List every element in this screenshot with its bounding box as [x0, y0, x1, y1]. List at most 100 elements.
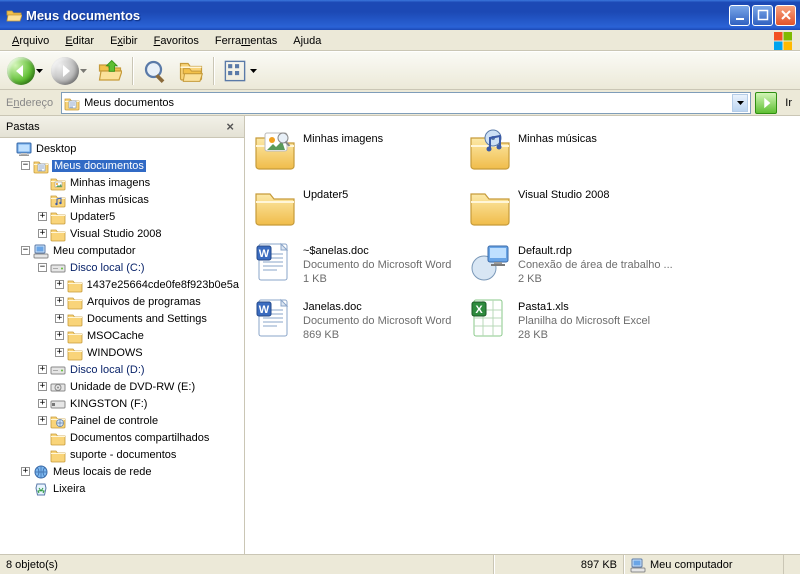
tree-expander[interactable]: − [38, 263, 47, 272]
tree-expander[interactable]: + [38, 416, 47, 425]
status-zone: Meu computador [624, 555, 784, 574]
tree-item-label: WINDOWS [86, 347, 144, 359]
tree-expander[interactable]: + [38, 399, 47, 408]
tree-item[interactable]: +1437e25664cde0fe8f923b0e5a [0, 276, 244, 293]
views-button[interactable] [220, 55, 260, 87]
menu-bar: ArquivoEditarExibirFavoritosFerramentasA… [0, 30, 800, 52]
menu-editar[interactable]: Editar [57, 33, 102, 49]
file-item-info: Pasta1.xlsPlanilha do Microsoft Excel28 … [518, 296, 650, 342]
back-button[interactable] [6, 55, 46, 87]
tree-item[interactable]: Lixeira [0, 480, 244, 497]
network-icon [33, 464, 49, 480]
tree-item[interactable]: + WINDOWS [0, 344, 244, 361]
tree-expander[interactable]: + [21, 467, 30, 476]
folder-icon [50, 209, 66, 225]
folders-pane: Pastas × Desktop−Meus documentosMinhas i… [0, 116, 245, 554]
tree-expander[interactable]: + [55, 348, 64, 357]
file-item-name: ~$anelas.doc [303, 244, 451, 258]
close-button[interactable] [775, 5, 796, 26]
tree-item[interactable]: −Meus documentos [0, 157, 244, 174]
tree-item-label: MSOCache [86, 330, 145, 342]
search-button[interactable] [139, 55, 171, 87]
tree-item[interactable]: Documentos compartilhados [0, 429, 244, 446]
tree-item[interactable]: + MSOCache [0, 327, 244, 344]
tree-item[interactable]: +KINGSTON (F:) [0, 395, 244, 412]
folder-big-icon [253, 184, 297, 228]
go-button[interactable] [755, 92, 777, 114]
address-field[interactable]: Meus documentos [61, 92, 751, 114]
tree-item-label: Minhas imagens [69, 177, 151, 189]
file-item[interactable]: Janelas.docDocumento do Microsoft Word86… [249, 292, 464, 348]
file-item[interactable]: Pasta1.xlsPlanilha do Microsoft Excel28 … [464, 292, 679, 348]
menu-ajuda[interactable]: Ajuda [285, 33, 329, 49]
file-item-name: Pasta1.xls [518, 300, 650, 314]
menu-arquivo[interactable]: Arquivo [4, 33, 57, 49]
tree-item[interactable]: +Arquivos de programas [0, 293, 244, 310]
file-item[interactable]: Default.rdpConexão de área de trabalho .… [464, 236, 679, 292]
status-bar: 8 objeto(s) 897 KB Meu computador [0, 554, 800, 574]
folder-big-icon [468, 184, 512, 228]
tree-expander[interactable]: − [21, 246, 30, 255]
tree-expander[interactable]: + [38, 382, 47, 391]
file-item-name: Default.rdp [518, 244, 673, 258]
file-item[interactable]: Updater5 [249, 180, 464, 236]
drive-icon [50, 362, 66, 378]
tree-item[interactable]: Minhas imagens [0, 174, 244, 191]
file-item[interactable]: ~$anelas.docDocumento do Microsoft Word1… [249, 236, 464, 292]
menu-exibir[interactable]: Exibir [102, 33, 146, 49]
tree-item[interactable]: Desktop [0, 140, 244, 157]
file-item-size: 869 KB [303, 328, 451, 342]
tree-expander[interactable]: + [55, 314, 64, 323]
maximize-button[interactable] [752, 5, 773, 26]
tree-item[interactable]: +Unidade de DVD-RW (E:) [0, 378, 244, 395]
tree-item[interactable]: +Painel de controle [0, 412, 244, 429]
tree-expander[interactable]: + [55, 331, 64, 340]
address-dropdown-button[interactable] [732, 94, 748, 112]
mycomputer-icon [33, 243, 49, 259]
minimize-button[interactable] [729, 5, 750, 26]
tree-expander[interactable]: + [38, 365, 47, 374]
tree-item[interactable]: Minhas músicas [0, 191, 244, 208]
tree-item[interactable]: suporte - documentos [0, 446, 244, 463]
file-item-info: ~$anelas.docDocumento do Microsoft Word1… [303, 240, 451, 286]
menu-favoritos[interactable]: Favoritos [146, 33, 207, 49]
address-label: Endereço [4, 97, 57, 109]
tree-expander[interactable]: + [38, 229, 47, 238]
tree-expander[interactable]: + [55, 280, 64, 289]
windows-flag-icon [774, 32, 792, 50]
file-item-name: Visual Studio 2008 [518, 188, 610, 202]
tree-item[interactable]: − Meu computador [0, 242, 244, 259]
tree-expander[interactable]: + [55, 297, 64, 306]
tree-item-label: Disco local (C:) [69, 262, 146, 274]
file-item[interactable]: Visual Studio 2008 [464, 180, 679, 236]
folders-button[interactable] [175, 55, 207, 87]
tree-item[interactable]: + Meus locais de rede [0, 463, 244, 480]
tree-expander[interactable]: − [21, 161, 30, 170]
tree-item[interactable]: +Documents and Settings [0, 310, 244, 327]
file-item[interactable]: Minhas imagens [249, 124, 464, 180]
file-item[interactable]: Minhas músicas [464, 124, 679, 180]
tree-item-label: Visual Studio 2008 [69, 228, 163, 240]
tree-item-label: Meu computador [52, 245, 137, 257]
forward-button[interactable] [50, 55, 90, 87]
folder-tree[interactable]: Desktop−Meus documentos Minhas imagens Min… [0, 138, 244, 554]
excel-icon [468, 296, 512, 340]
folder-icon [67, 311, 83, 327]
file-list[interactable]: Minhas imagens Minhas músicas Updater5 Visu… [245, 116, 800, 554]
tree-expander[interactable]: + [38, 212, 47, 221]
control-icon [50, 413, 66, 429]
file-item-name: Minhas músicas [518, 132, 597, 146]
usbdrive-icon [50, 396, 66, 412]
search-icon [143, 59, 167, 83]
folders-pane-close-button[interactable]: × [222, 119, 238, 134]
tree-item-label: Meus locais de rede [52, 466, 152, 478]
tree-item[interactable]: +Updater5 [0, 208, 244, 225]
tree-item[interactable]: + Visual Studio 2008 [0, 225, 244, 242]
tree-expander-blank [38, 450, 47, 459]
menu-ferramentas[interactable]: Ferramentas [207, 33, 285, 49]
tree-item[interactable]: +Disco local (D:) [0, 361, 244, 378]
folders-icon [179, 59, 203, 83]
up-button[interactable] [94, 55, 126, 87]
file-item-name: Janelas.doc [303, 300, 451, 314]
tree-item[interactable]: − Disco local (C:) [0, 259, 244, 276]
